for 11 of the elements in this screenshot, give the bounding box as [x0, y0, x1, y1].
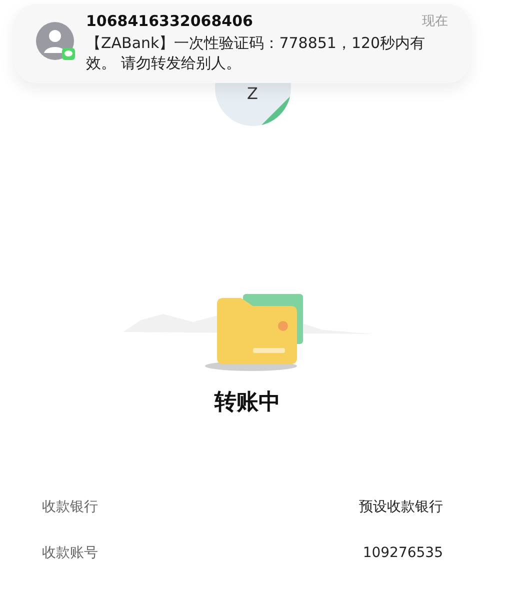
avatar-letter: Z: [247, 86, 258, 105]
detail-label: 收款银行: [42, 498, 98, 516]
status-title: 转账中: [214, 389, 282, 417]
notification-time: 现在: [422, 12, 448, 30]
notification-message: 【ZABank】一次性验证码：778851，120秒内有效。 请勿转发给别人。: [86, 32, 426, 72]
notification-card[interactable]: 1068416332068406 现在 【ZABank】一次性验证码：778851，120秒内有效。 请勿转发给别人。: [14, 4, 470, 82]
detail-value: 预设收款银行: [359, 498, 443, 516]
contact-icon: [36, 22, 76, 62]
sender-number: 1068416332068406: [86, 11, 253, 32]
detail-value: 109276535: [362, 544, 443, 562]
detail-label: 收款账号: [42, 544, 98, 562]
